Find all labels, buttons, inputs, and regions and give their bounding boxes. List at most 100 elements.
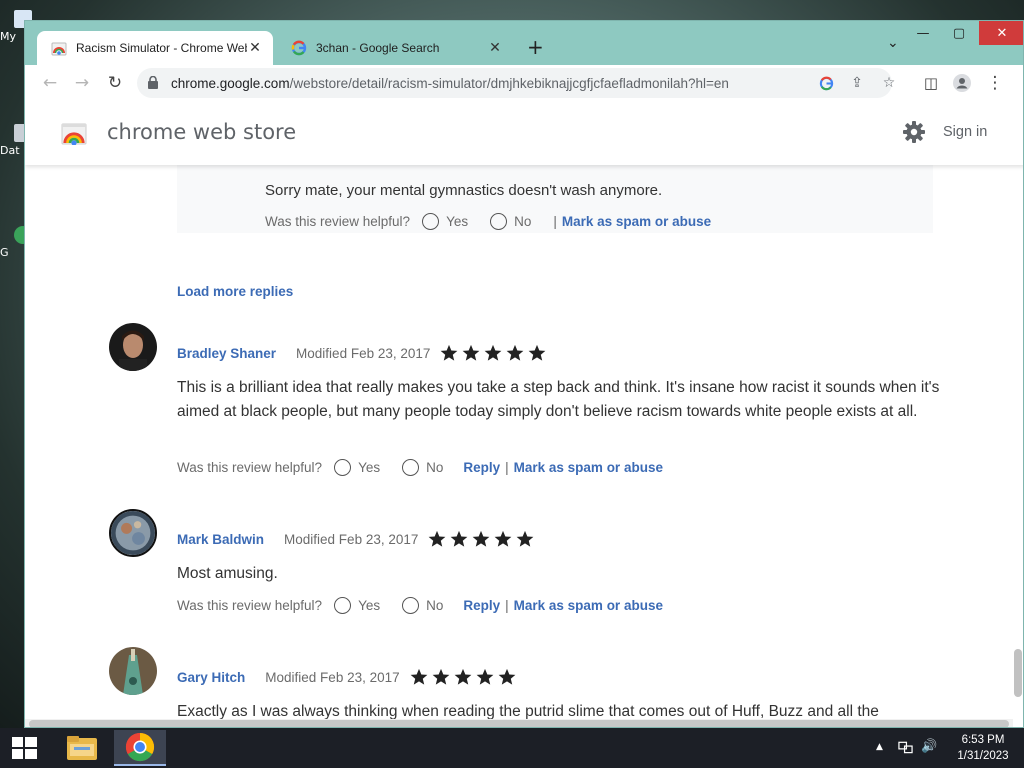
review-author[interactable]: Gary Hitch	[177, 670, 245, 685]
star-icon	[463, 344, 480, 361]
helpful-no-radio[interactable]	[402, 597, 420, 614]
horizontal-scrollbar[interactable]	[25, 719, 1013, 727]
star-icon	[498, 668, 515, 685]
review-author[interactable]: Bradley Shaner	[177, 346, 276, 361]
mark-spam-link[interactable]: Mark as spam or abuse	[514, 460, 663, 475]
clock-time: 6:53 PM	[961, 734, 1005, 746]
tab-search-chevron-icon[interactable]: ⌄	[887, 35, 899, 51]
star-rating	[440, 344, 550, 362]
desktop-icon-label: G	[0, 246, 9, 259]
mark-spam-link[interactable]: Mark as spam or abuse	[514, 598, 663, 613]
share-icon[interactable]: ⇪	[848, 74, 866, 92]
desktop-icon-label: Dat	[0, 144, 20, 157]
helpful-yes-radio[interactable]	[422, 213, 440, 230]
helpful-no-label[interactable]: No	[514, 214, 531, 229]
tab-3chan-search[interactable]: 3chan - Google Search ✕	[277, 31, 513, 65]
profile-icon[interactable]	[950, 71, 974, 95]
show-hidden-icons-chevron-icon[interactable]: ▲	[876, 742, 883, 752]
maximize-button[interactable]: ▢	[941, 21, 977, 45]
scrollbar-thumb[interactable]	[29, 720, 1009, 727]
separator: |	[505, 598, 509, 613]
avatar[interactable]	[109, 323, 157, 371]
avatar[interactable]	[109, 509, 157, 557]
review-body: Most amusing.	[177, 565, 278, 582]
separator: |	[505, 460, 509, 475]
scrollbar-thumb[interactable]	[1014, 649, 1022, 697]
clock-date: 1/31/2023	[957, 750, 1009, 762]
url-host: chrome.google.com	[171, 76, 290, 91]
tab-racism-simulator[interactable]: Racism Simulator - Chrome Web Store ✕	[37, 31, 273, 65]
close-window-button[interactable]: ✕	[979, 21, 1023, 45]
sign-in-link[interactable]: Sign in	[943, 124, 987, 140]
windows-start-icon[interactable]	[8, 736, 40, 760]
vertical-scrollbar[interactable]	[1013, 165, 1023, 709]
reply-text: Sorry mate, your mental gymnastics doesn…	[265, 182, 663, 199]
desktop-icon-g[interactable]: G	[0, 226, 32, 259]
system-clock[interactable]: 6:53 PM 1/31/2023	[948, 732, 1018, 764]
helpful-no-label[interactable]: No	[426, 460, 443, 475]
desktop-icon-label: My	[0, 30, 17, 43]
review-date: Modified Feb 23, 2017	[265, 669, 400, 685]
settings-gear-icon[interactable]	[902, 120, 926, 144]
volume-icon[interactable]: 🔊	[921, 739, 937, 754]
reply-link[interactable]: Reply	[463, 598, 500, 613]
forward-button[interactable]: →	[70, 71, 94, 95]
url-text[interactable]: chrome.google.com/webstore/detail/racism…	[171, 76, 729, 91]
web-page: chrome web store Sign in Sorry mate, you…	[25, 101, 1023, 727]
load-more-replies-link[interactable]: Load more replies	[177, 284, 293, 299]
review-header: Bradley Shaner Modified Feb 23, 2017	[177, 344, 550, 362]
star-icon	[529, 344, 546, 361]
helpful-yes-radio[interactable]	[334, 597, 352, 614]
helpful-no-radio[interactable]	[490, 213, 508, 230]
star-icon	[432, 668, 449, 685]
browser-toolbar: ← → ↻ chrome.google.com/webstore/detail/…	[25, 65, 1023, 101]
tab-title: Racism Simulator - Chrome Web Store	[76, 41, 247, 55]
separator: |	[553, 214, 557, 229]
google-lens-icon[interactable]	[817, 74, 835, 92]
reply-helpful-row: Was this review helpful? Yes No | Mark a…	[265, 213, 711, 230]
avatar[interactable]	[109, 647, 157, 695]
star-icon	[507, 344, 524, 361]
helpful-yes-radio[interactable]	[334, 459, 352, 476]
review-helpful-row: Was this review helpful? Yes No Reply | …	[177, 597, 663, 614]
new-tab-button[interactable]: +	[527, 35, 544, 59]
reload-button[interactable]: ↻	[103, 71, 127, 95]
chrome-web-store-logo[interactable]	[61, 121, 87, 145]
desktop-icon-data[interactable]: Dat	[0, 124, 32, 157]
network-icon[interactable]	[898, 740, 913, 757]
close-tab-icon[interactable]: ✕	[487, 40, 503, 56]
helpful-prompt: Was this review helpful?	[177, 460, 323, 475]
helpful-prompt: Was this review helpful?	[177, 598, 323, 613]
mark-spam-link[interactable]: Mark as spam or abuse	[562, 214, 711, 229]
back-button[interactable]: ←	[38, 71, 62, 95]
helpful-yes-label[interactable]: Yes	[358, 460, 380, 475]
lock-icon[interactable]	[147, 76, 159, 89]
file-explorer-taskbar-button[interactable]	[56, 730, 108, 766]
review-body: This is a brilliant idea that really mak…	[177, 379, 940, 420]
helpful-no-label[interactable]: No	[426, 598, 443, 613]
helpful-yes-label[interactable]: Yes	[446, 214, 468, 229]
address-bar[interactable]: chrome.google.com/webstore/detail/racism…	[137, 68, 895, 98]
title-bar: Racism Simulator - Chrome Web Store ✕ 3c…	[25, 21, 1023, 65]
chrome-web-store-icon	[51, 42, 67, 56]
menu-kebab-icon[interactable]: ⋮	[983, 71, 1007, 95]
close-tab-icon[interactable]: ✕	[247, 40, 263, 56]
helpful-yes-label[interactable]: Yes	[358, 598, 380, 613]
desktop-icon-my-computer[interactable]: My	[0, 10, 32, 43]
minimize-button[interactable]: —	[905, 21, 941, 45]
star-rating	[428, 530, 538, 548]
store-title[interactable]: chrome web store	[107, 120, 296, 144]
chrome-taskbar-button[interactable]	[114, 730, 166, 766]
review-date: Modified Feb 23, 2017	[296, 345, 431, 361]
bookmark-star-icon[interactable]: ☆	[880, 74, 898, 92]
star-icon	[476, 668, 493, 685]
side-panel-icon[interactable]: ◫	[919, 71, 943, 95]
browser-window: Racism Simulator - Chrome Web Store ✕ 3c…	[24, 20, 1024, 728]
review-author[interactable]: Mark Baldwin	[177, 532, 264, 547]
google-icon	[291, 40, 307, 56]
helpful-no-radio[interactable]	[402, 459, 420, 476]
star-icon	[495, 530, 512, 547]
chrome-icon	[125, 732, 155, 762]
star-icon	[441, 344, 458, 361]
reply-link[interactable]: Reply	[463, 460, 500, 475]
